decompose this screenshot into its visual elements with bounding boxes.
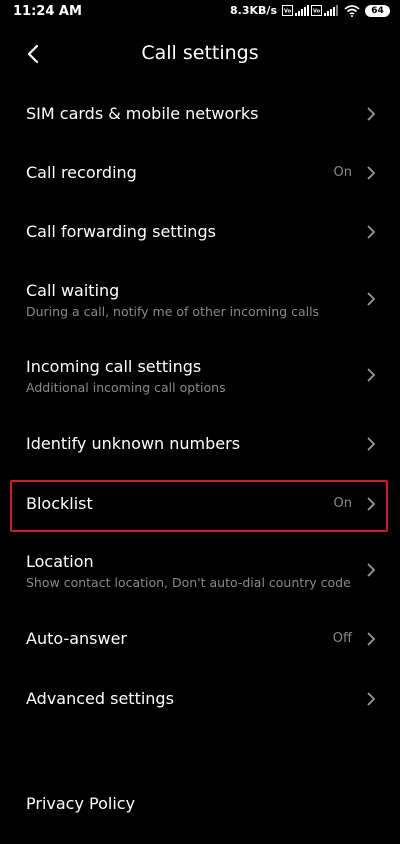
setting-title: Call recording — [26, 163, 137, 182]
chevron-right-icon — [367, 632, 376, 646]
setting-title: SIM cards & mobile networks — [26, 104, 259, 123]
setting-identify-unknown[interactable]: Identify unknown numbers — [0, 414, 400, 474]
network-speed: 8.3KB/s — [230, 4, 277, 17]
status-bar: 11:24 AM 8.3KB/s Vo Vo 64 — [0, 0, 400, 26]
setting-incoming-call[interactable]: Incoming call settings Additional incomi… — [0, 337, 400, 411]
setting-title: Auto-answer — [26, 629, 128, 648]
chevron-right-icon — [367, 225, 376, 239]
chevron-right-icon — [367, 292, 376, 306]
setting-value: On — [333, 165, 352, 180]
chevron-right-icon — [367, 107, 376, 121]
setting-advanced[interactable]: Advanced settings — [0, 669, 400, 729]
status-icons: 8.3KB/s Vo Vo 64 — [230, 4, 390, 17]
setting-auto-answer[interactable]: Auto-answer Off — [0, 609, 400, 669]
setting-sim-cards[interactable]: SIM cards & mobile networks — [0, 84, 400, 144]
setting-title: Incoming call settings — [26, 357, 202, 376]
signal-icon — [295, 5, 309, 16]
setting-title: Identify unknown numbers — [26, 434, 241, 453]
battery-icon: 64 — [365, 4, 390, 17]
svg-text:Vo: Vo — [313, 9, 321, 15]
signal-icon — [324, 5, 338, 16]
setting-title: Location — [26, 552, 94, 571]
setting-privacy-policy[interactable]: Privacy Policy — [0, 784, 400, 844]
svg-text:Vo: Vo — [284, 9, 292, 15]
setting-title: Call forwarding settings — [26, 222, 216, 241]
setting-title: Privacy Policy — [26, 794, 136, 813]
setting-title: Advanced settings — [26, 689, 174, 708]
setting-subtitle: Show contact location, Don't auto-dial c… — [26, 575, 351, 590]
chevron-right-icon — [367, 368, 376, 382]
status-time: 11:24 AM — [13, 4, 82, 19]
chevron-right-icon — [367, 166, 376, 180]
highlight-box — [10, 480, 388, 532]
page-title: Call settings — [141, 42, 259, 64]
setting-call-waiting[interactable]: Call waiting During a call, notify me of… — [0, 261, 400, 335]
volte-icon: Vo — [311, 5, 322, 16]
wifi-icon — [344, 4, 360, 17]
setting-call-forwarding[interactable]: Call forwarding settings — [0, 202, 400, 262]
app-header: Call settings — [0, 26, 400, 86]
setting-subtitle: Additional incoming call options — [26, 380, 226, 395]
setting-location[interactable]: Location Show contact location, Don't au… — [0, 541, 400, 615]
chevron-right-icon — [367, 692, 376, 706]
volte-icon: Vo — [282, 5, 293, 16]
setting-title: Call waiting — [26, 281, 120, 300]
chevron-right-icon — [367, 563, 376, 577]
setting-subtitle: During a call, notify me of other incomi… — [26, 304, 320, 319]
setting-call-recording[interactable]: Call recording On — [0, 143, 400, 203]
chevron-right-icon — [367, 437, 376, 451]
setting-value: Off — [332, 631, 352, 646]
